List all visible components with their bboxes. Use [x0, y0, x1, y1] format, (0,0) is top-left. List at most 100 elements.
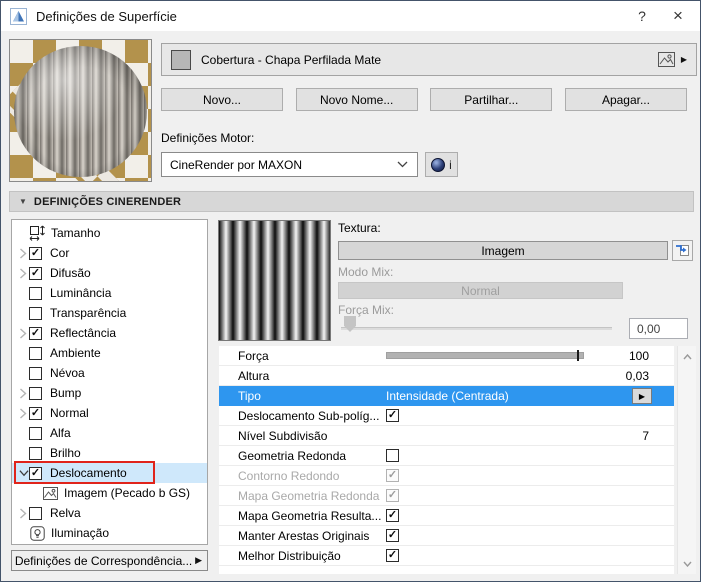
- checkbox-relva[interactable]: [29, 506, 42, 520]
- engine-dropdown[interactable]: CineRender por MAXON: [161, 152, 418, 177]
- tree-item-bump[interactable]: Bump: [12, 383, 207, 403]
- tree-item-label: Cor: [50, 246, 70, 260]
- checkbox-cor[interactable]: ✓: [29, 246, 42, 260]
- prop-row-nivel-subdivisao[interactable]: Nível Subdivisão 7: [219, 426, 674, 446]
- prop-label: Força: [238, 349, 269, 363]
- mix-strength-slider-track[interactable]: [341, 327, 612, 330]
- tree-item-deslocamento[interactable]: ✓ Deslocamento: [12, 463, 207, 483]
- popup-arrow-button[interactable]: ▶: [632, 388, 652, 404]
- prop-value-forca: 100: [628, 349, 649, 363]
- prop-row-manter-arestas-originais[interactable]: Manter Arestas Originais ✓: [219, 526, 674, 546]
- material-color-swatch: [171, 49, 191, 70]
- tree-item-imagem-pecado-b-gs[interactable]: Imagem (Pecado b GS): [12, 483, 207, 503]
- checkbox-alfa[interactable]: [29, 426, 42, 440]
- chevron-right-icon[interactable]: [12, 507, 29, 519]
- texture-label: Textura:: [338, 221, 381, 235]
- mix-strength-value[interactable]: 0,00: [629, 318, 688, 339]
- prop-row-contorno-redondo[interactable]: Contorno Redondo ✓: [219, 466, 674, 486]
- prop-row-geometria-redonda[interactable]: Geometria Redonda: [219, 446, 674, 466]
- tree-item-label: Deslocamento: [50, 466, 127, 480]
- prop-label: Melhor Distribuição: [238, 549, 341, 563]
- checkbox-transparencia[interactable]: [29, 306, 42, 320]
- apagar-button[interactable]: Apagar...: [564, 88, 687, 111]
- properties-scrollbar[interactable]: [677, 346, 696, 574]
- slider-forca[interactable]: [386, 350, 584, 361]
- material-name: Cobertura - Chapa Perfilada Mate: [201, 52, 382, 67]
- checkbox-melhor-distribuicao[interactable]: ✓: [386, 549, 399, 562]
- checkbox-brilho[interactable]: [29, 446, 42, 460]
- app-logo-icon: [10, 7, 27, 25]
- prop-label: Altura: [238, 369, 270, 383]
- matching-settings-button[interactable]: Definições de Correspondência... ▶: [11, 550, 208, 571]
- checkbox-geometria-redonda[interactable]: [386, 449, 399, 462]
- checkbox-mapa-geometria-redonda: ✓: [386, 489, 399, 502]
- checkbox-bump[interactable]: [29, 386, 42, 400]
- material-name-field[interactable]: Cobertura - Chapa Perfilada Mate ▶: [161, 43, 697, 76]
- material-preview[interactable]: [9, 39, 152, 182]
- texture-thumbnail[interactable]: [218, 220, 331, 341]
- close-button[interactable]: ×: [659, 1, 697, 31]
- tree-item-label: Normal: [50, 406, 89, 420]
- checkbox-ambiente[interactable]: [29, 346, 42, 360]
- novo-button[interactable]: Novo...: [161, 88, 283, 111]
- cinerender-section-header[interactable]: ▼ DEFINIÇÕES CINERENDER: [9, 191, 694, 212]
- scroll-down-icon[interactable]: [678, 555, 697, 572]
- novo-nome-button[interactable]: Novo Nome...: [295, 88, 418, 111]
- texture-button[interactable]: Imagem: [338, 241, 668, 260]
- preview-sphere: [14, 45, 147, 177]
- prop-row-deslocamento-sub-polig[interactable]: Deslocamento Sub-políg... ✓: [219, 406, 674, 426]
- preview-mode-icon[interactable]: [657, 52, 675, 67]
- partilhar-button[interactable]: Partilhar...: [430, 88, 553, 111]
- tree-item-label: Bump: [50, 386, 82, 400]
- channel-tree: Tamanho ✓ Cor ✓ Difusão Luminância Transparênc…: [11, 219, 208, 545]
- submenu-arrow-icon: ▶: [195, 555, 202, 565]
- tree-item-brilho[interactable]: Brilho: [12, 443, 207, 463]
- prop-row-tipo[interactable]: Tipo Intensidade (Centrada) ▶: [219, 386, 674, 406]
- tree-item-reflectancia[interactable]: ✓ Reflectância: [12, 323, 207, 343]
- checkbox-manter-arestas-originais[interactable]: ✓: [386, 529, 399, 542]
- prop-row-altura[interactable]: Altura 0,03: [219, 366, 674, 386]
- chevron-right-icon[interactable]: [12, 407, 29, 419]
- tree-item-ambiente[interactable]: Ambiente: [12, 343, 207, 363]
- checkbox-deslocamento-sub-polig[interactable]: ✓: [386, 409, 399, 422]
- chevron-right-icon[interactable]: [12, 327, 29, 339]
- chevron-right-icon[interactable]: [12, 387, 29, 399]
- prop-row-mapa-geometria-redonda[interactable]: Mapa Geometria Redonda ✓: [219, 486, 674, 506]
- checkbox-deslocamento[interactable]: ✓: [29, 466, 42, 480]
- prop-row-melhor-distribuicao[interactable]: Melhor Distribuição ✓: [219, 546, 674, 566]
- checkbox-difusao[interactable]: ✓: [29, 266, 42, 280]
- tree-item-label: Tamanho: [51, 226, 101, 240]
- scroll-up-icon[interactable]: [678, 348, 697, 365]
- engine-dropdown-value: CineRender por MAXON: [170, 157, 303, 172]
- tree-item-relva[interactable]: Relva: [12, 503, 207, 523]
- prop-row-forca[interactable]: Força 100: [219, 346, 674, 366]
- chevron-right-icon[interactable]: [12, 267, 29, 279]
- cinema4d-icon: [431, 157, 446, 172]
- help-button[interactable]: ?: [623, 1, 661, 31]
- size-icon: [29, 225, 45, 241]
- checkbox-normal[interactable]: ✓: [29, 406, 42, 420]
- chevron-down-icon[interactable]: [12, 469, 29, 477]
- prop-value-tipo: Intensidade (Centrada): [386, 389, 509, 403]
- checkbox-mapa-geometria-resulta[interactable]: ✓: [386, 509, 399, 522]
- tree-item-transparencia[interactable]: Transparência: [12, 303, 207, 323]
- tree-item-cor[interactable]: ✓ Cor: [12, 243, 207, 263]
- checkbox-luminancia[interactable]: [29, 286, 42, 300]
- preview-menu-arrow-icon[interactable]: ▶: [681, 55, 687, 64]
- tree-item-alfa[interactable]: Alfa: [12, 423, 207, 443]
- cinerender-info-button[interactable]: i: [425, 152, 458, 177]
- checkbox-reflectancia[interactable]: ✓: [29, 326, 42, 340]
- tree-item-difusao[interactable]: ✓ Difusão: [12, 263, 207, 283]
- tree-item-iluminacao[interactable]: Iluminação: [12, 523, 207, 543]
- mix-mode-button[interactable]: Normal: [338, 282, 623, 299]
- tree-item-nevoa[interactable]: Névoa: [12, 363, 207, 383]
- title-bar: Definições de Superfície ? ×: [1, 1, 700, 31]
- slider-handle[interactable]: [577, 350, 580, 361]
- tree-item-luminancia[interactable]: Luminância: [12, 283, 207, 303]
- tree-item-tamanho[interactable]: Tamanho: [12, 223, 207, 243]
- checkbox-nevoa[interactable]: [29, 366, 42, 380]
- load-texture-button[interactable]: [672, 240, 693, 261]
- prop-row-mapa-geometria-resulta[interactable]: Mapa Geometria Resulta... ✓: [219, 506, 674, 526]
- tree-item-normal[interactable]: ✓ Normal: [12, 403, 207, 423]
- chevron-right-icon[interactable]: [12, 247, 29, 259]
